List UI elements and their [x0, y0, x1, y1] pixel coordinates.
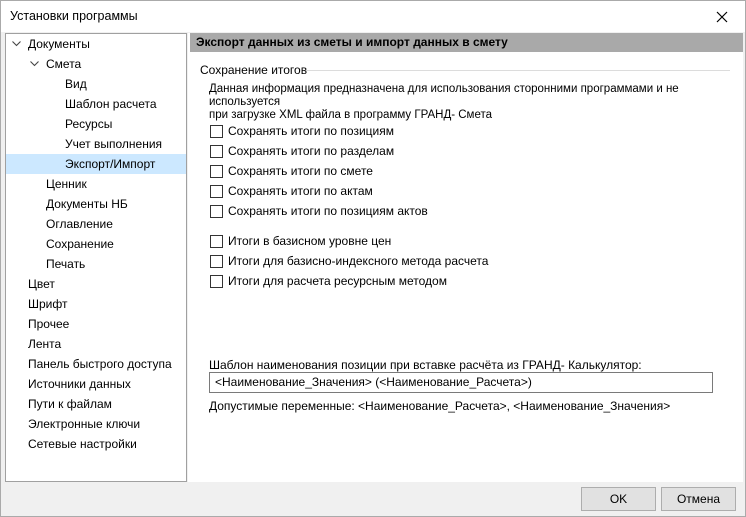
checkbox-label: Сохранять итоги по позициям [228, 124, 394, 138]
checkbox-label: Итоги для расчета ресурсным методом [228, 274, 447, 288]
tree-item[interactable]: Сетевые настройки [6, 434, 182, 454]
tree-item-label: Прочее [28, 317, 70, 331]
tree-item-label: Учет выполнения [65, 137, 163, 151]
ok-button[interactable]: OK [581, 487, 656, 511]
tree-item[interactable]: Источники данных [6, 374, 182, 394]
close-icon [716, 11, 728, 22]
checkbox[interactable] [210, 124, 223, 138]
checkbox-label: Итоги для базисно-индексного метода расч… [228, 254, 489, 268]
close-button[interactable] [699, 1, 745, 32]
checkbox-label: Сохранять итоги по смете [228, 164, 373, 178]
tree-item[interactable]: Оглавление [6, 214, 182, 234]
checkbox-label: Сохранять итоги по позициям актов [228, 204, 428, 218]
tree-item[interactable]: Лента [6, 334, 182, 354]
checkbox-row[interactable]: Сохранять итоги по актам [210, 183, 373, 199]
tree-item-label: Документы [28, 37, 90, 51]
tree-item[interactable]: Экспорт/Импорт [6, 154, 186, 174]
checkbox-row[interactable]: Итоги для базисно-индексного метода расч… [210, 253, 488, 269]
tree-item-label: Ценник [46, 177, 87, 191]
tree-item-label: Источники данных [28, 377, 131, 391]
tree-item[interactable]: Прочее [6, 314, 182, 334]
tree-item[interactable]: Документы [6, 34, 182, 54]
tree-item[interactable]: Панель быстрого доступа [6, 354, 182, 374]
checkbox[interactable] [210, 164, 223, 178]
panel-header: Экспорт данных из сметы и импорт данных … [190, 33, 743, 52]
tree-item-label: Вид [65, 77, 87, 91]
tree-item-label: Ресурсы [65, 117, 113, 131]
checkbox-row[interactable]: Итоги в базисном уровне цен [210, 233, 391, 249]
tree-item-label: Электронные ключи [28, 417, 141, 431]
checkbox[interactable] [210, 234, 223, 248]
tree-item-label: Цвет [28, 277, 55, 291]
tree-item[interactable]: Документы НБ [6, 194, 182, 214]
checkbox[interactable] [210, 254, 223, 268]
tree-item[interactable]: Смета [6, 54, 182, 74]
tree-item-label: Сохранение [46, 237, 114, 251]
group-divider [306, 70, 730, 71]
template-input[interactable]: <Наименование_Значения> (<Наименование_Р… [209, 372, 713, 393]
settings-panel: Экспорт данных из сметы и импорт данных … [188, 33, 743, 482]
tree-item[interactable]: Вид [6, 74, 182, 94]
checkbox[interactable] [210, 184, 223, 198]
tree-item-label: Оглавление [46, 217, 113, 231]
info-line-2: при загрузке XML файла в программу ГРАНД… [209, 109, 493, 121]
checkbox-label: Итоги в базисном уровне цен [228, 234, 392, 248]
tree-item[interactable]: Шрифт [6, 294, 182, 314]
tree-item[interactable]: Ценник [6, 174, 182, 194]
tree-item-label: Документы НБ [46, 197, 128, 211]
tree-item-label: Лента [28, 337, 62, 351]
variables-hint: Допустимые переменные: <Наименование_Рас… [209, 399, 671, 413]
info-text: Данная информация предназначена для испо… [209, 83, 729, 122]
checkbox-row[interactable]: Сохранять итоги по позициям актов [210, 203, 428, 219]
tree-item[interactable]: Печать [6, 254, 182, 274]
checkbox-label: Сохранять итоги по актам [228, 184, 373, 198]
tree-item[interactable]: Сохранение [6, 234, 182, 254]
checkbox[interactable] [210, 204, 223, 218]
tree-item-label: Шаблон расчета [65, 97, 157, 111]
tree-item[interactable]: Электронные ключи [6, 414, 182, 434]
tree-item-label: Печать [46, 257, 86, 271]
group-title: Сохранение итогов [200, 63, 308, 77]
tree-item[interactable]: Ресурсы [6, 114, 182, 134]
checkbox[interactable] [210, 144, 223, 158]
tree-item[interactable]: Пути к файлам [6, 394, 182, 414]
chevron-down-icon[interactable] [10, 34, 22, 54]
tree-item-label: Сетевые настройки [28, 437, 137, 451]
checkbox-row[interactable]: Сохранять итоги по разделам [210, 143, 394, 159]
tree-item-label: Шрифт [28, 297, 68, 311]
chevron-down-icon[interactable] [28, 54, 40, 74]
tree-item-label: Панель быстрого доступа [28, 357, 172, 371]
settings-tree: Документы Смета Вид Шаблон расчета Ресурсы Уч… [5, 33, 187, 482]
cancel-button[interactable]: Отмена [661, 487, 736, 511]
checkbox-row[interactable]: Итоги для расчета ресурсным методом [210, 273, 447, 289]
window-title: Установки программы [10, 9, 138, 23]
checkbox[interactable] [210, 274, 223, 288]
tree-item[interactable]: Цвет [6, 274, 182, 294]
tree-item[interactable]: Шаблон расчета [6, 94, 182, 114]
tree-item[interactable]: Учет выполнения [6, 134, 182, 154]
info-line-1: Данная информация предназначена для испо… [209, 83, 679, 108]
dialog-footer: OK Отмена [1, 483, 745, 516]
title-bar: Установки программы [1, 1, 745, 32]
settings-dialog: Установки программы Документы Смета Вид Шаб… [0, 0, 746, 517]
checkbox-label: Сохранять итоги по разделам [228, 144, 395, 158]
checkbox-row[interactable]: Сохранять итоги по смете [210, 163, 373, 179]
tree-item-label: Смета [46, 57, 82, 71]
checkbox-row[interactable]: Сохранять итоги по позициям [210, 123, 394, 139]
template-label: Шаблон наименования позиции при вставке … [209, 358, 642, 372]
tree-item-label: Экспорт/Импорт [65, 157, 156, 171]
tree-item-label: Пути к файлам [28, 397, 112, 411]
